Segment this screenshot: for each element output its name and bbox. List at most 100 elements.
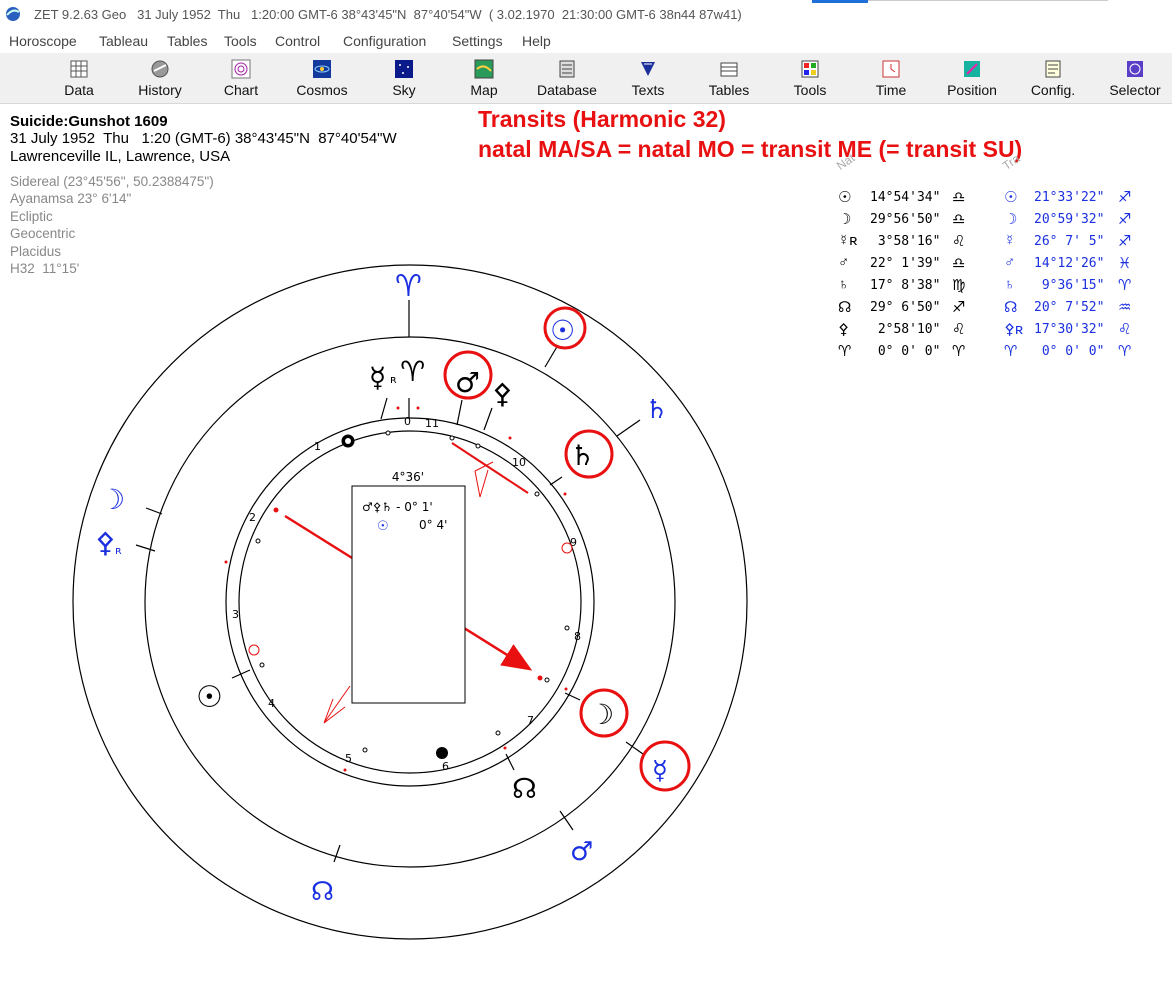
transit-mercury-value: 26° 7' 5" — [1034, 234, 1105, 249]
transit-aries-sign: ♈ — [1118, 343, 1132, 360]
transit-mars-value: 14°12'26" — [1034, 256, 1105, 271]
orb-label: 4°36' — [392, 470, 424, 484]
table-row[interactable]: ⚴ 2°58'10" ♌ ⚴ʀ 17°30'32" ♌ — [836, 320, 1166, 342]
house-3: 3 — [232, 608, 239, 621]
house-6: 6 — [442, 760, 449, 773]
tick-lilith-transit — [135, 544, 156, 552]
tick-sun-transit — [544, 344, 559, 368]
table-row[interactable]: ☊ 29° 6'50" ♐ ☊ 20° 7'52" ♒ — [836, 298, 1166, 320]
sun-transit-glyph: ☉ — [550, 314, 575, 347]
table-row[interactable]: ♈ 0° 0' 0" ♈ ♈ 0° 0' 0" ♈ — [836, 342, 1166, 364]
node-transit-glyph: ☊ — [311, 877, 334, 907]
ring-dot — [475, 443, 481, 449]
ring-dot — [362, 747, 368, 753]
ring-dot — [534, 491, 540, 497]
house-4: 4 — [268, 697, 275, 710]
table-row[interactable]: ♄ 17° 8'38" ♍ ♄ 9°36'15" ♈ — [836, 276, 1166, 298]
table-row[interactable]: ♂ 22° 1'39" ♎ ♂ 14°12'26" ♓ — [836, 254, 1166, 276]
transit-sun-sign: ♐ — [1118, 189, 1132, 206]
transit-node-sign: ♒ — [1118, 299, 1132, 316]
house-8: 8 — [574, 630, 581, 643]
red-dot — [564, 687, 568, 691]
tick-mercury-natal — [380, 397, 388, 420]
ring-dot — [449, 435, 455, 441]
natal-mars-value: 22° 1'39" — [870, 256, 941, 271]
transit-aries-glyph: ♈ — [1004, 343, 1018, 360]
tick-node-transit — [333, 844, 341, 863]
natal-mars-sign: ♎ — [952, 255, 966, 272]
tick-saturn-transit — [616, 419, 641, 437]
aries-natal-glyph: ♈ — [400, 355, 425, 388]
tick-mars-transit — [559, 810, 574, 831]
house-12: 0 — [404, 415, 411, 428]
natal-node-value: 29° 6'50" — [870, 300, 941, 315]
table-row[interactable]: ☉ 14°54'34" ♎ ☉ 21°33'22" ♐ — [836, 188, 1166, 210]
moon-transit-glyph: ☽ — [100, 483, 125, 516]
mercury-retro-mark: ʀ — [390, 373, 397, 386]
tick-lilith-natal — [483, 407, 493, 431]
table-row[interactable]: ☽ 29°56'50" ♎ ☽ 20°59'32" ♐ — [836, 210, 1166, 232]
sun-natal-glyph: ☉ — [196, 680, 223, 715]
transit-moon-value: 20°59'32" — [1034, 212, 1105, 227]
node-natal-glyph: ☊ — [512, 772, 537, 805]
red-midpoint-arrow — [323, 685, 351, 724]
red-dot — [396, 406, 400, 410]
transit-mercury-sign: ♐ — [1118, 233, 1132, 250]
table-row[interactable]: ☿ʀ 3°58'16" ♌ ☿ 26° 7' 5" ♐ — [836, 232, 1166, 254]
planet-position-table: Nat Tra ☉ 14°54'34" ♎ ☉ 21°33'22" ♐ ☽ 29… — [834, 151, 1166, 364]
natal-mercury-sign: ♌ — [952, 233, 966, 250]
natal-mars-glyph: ♂ — [838, 254, 850, 271]
sun-midpoint-glyph: ☉ — [377, 519, 389, 534]
transit-node-glyph: ☊ — [1004, 299, 1018, 316]
tick-moon-transit — [145, 507, 163, 515]
natal-saturn-sign: ♍ — [952, 277, 966, 294]
red-dot — [508, 436, 512, 440]
natal-aries-value: 0° 0' 0" — [870, 344, 941, 359]
ring-dot — [385, 430, 391, 436]
descendant-marker — [436, 747, 448, 759]
natal-mercury-glyph: ☿ʀ — [838, 232, 858, 249]
red-dot — [343, 768, 347, 772]
ring-dot — [255, 538, 261, 544]
house-5: 5 — [345, 752, 352, 765]
house-1: 1 — [314, 440, 321, 453]
natal-aries-glyph: ♈ — [838, 343, 852, 360]
natal-sun-value: 14°54'34" — [870, 190, 941, 205]
tick-saturn-natal — [549, 476, 563, 486]
transit-saturn-sign: ♈ — [1118, 277, 1132, 294]
house-9: 9 — [570, 536, 577, 549]
red-dot — [563, 492, 567, 496]
mars-transit-glyph: ♂ — [570, 837, 593, 867]
natal-lilith-sign: ♌ — [952, 321, 966, 338]
ring-dot — [544, 677, 550, 683]
transit-lilith-value: 17°30'32" — [1034, 322, 1105, 337]
natal-lilith-value: 2°58'10" — [870, 322, 941, 337]
mars-natal-glyph: ♂ — [455, 366, 480, 399]
house-2: 2 — [249, 511, 256, 524]
transit-sun-value: 21°33'22" — [1034, 190, 1105, 205]
natal-moon-glyph: ☽ — [838, 211, 852, 228]
tick-mars-natal — [456, 399, 463, 426]
natal-node-sign: ♐ — [952, 299, 966, 316]
transit-mercury-glyph: ☿ — [1004, 232, 1016, 249]
transit-saturn-value: 9°36'15" — [1034, 278, 1105, 293]
mercury-natal-glyph: ☿ — [369, 361, 386, 394]
natal-saturn-value: 17° 8'38" — [870, 278, 941, 293]
aries-transit-glyph: ♈ — [395, 269, 422, 304]
natal-node-glyph: ☊ — [838, 299, 852, 316]
red-dot — [416, 406, 420, 410]
center-info-box — [351, 485, 466, 704]
transit-mars-sign: ♓ — [1118, 255, 1132, 272]
transit-node-value: 20° 7'52" — [1034, 300, 1105, 315]
ring-dot — [495, 730, 501, 736]
house-7: 7 — [527, 714, 534, 727]
lilith-natal-glyph: ⚴ — [492, 377, 513, 410]
natal-sun-sign: ♎ — [952, 189, 966, 206]
red-dot — [537, 675, 543, 681]
ring-dot — [259, 662, 265, 668]
red-ring-marker — [248, 644, 260, 656]
transit-aries-value: 0° 0' 0" — [1034, 344, 1105, 359]
chart-wheel[interactable]: 1 2 3 4 5 6 7 8 9 10 11 0 4°36' ♂⚴♄ - 0°… — [0, 0, 1172, 998]
natal-aries-sign: ♈ — [952, 343, 966, 360]
red-dot — [224, 560, 228, 564]
